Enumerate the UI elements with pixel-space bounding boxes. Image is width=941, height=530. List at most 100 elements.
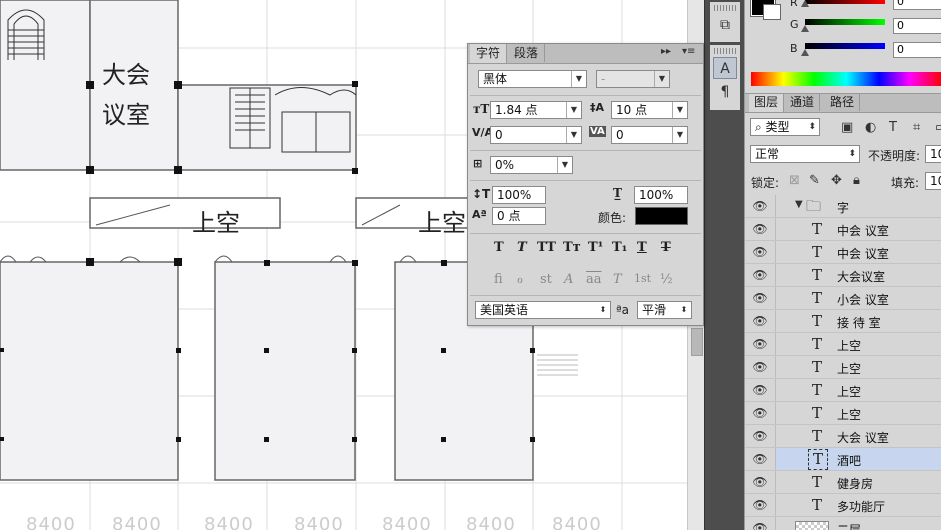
group-expand-chevron-icon[interactable]: ▼	[795, 199, 803, 210]
layer-filter-kind-select[interactable]: ⌕ 类型 ⬍	[750, 118, 820, 136]
layer-row[interactable]: 👁︎ 二层	[745, 517, 941, 530]
layer-name: 小会 议室	[837, 293, 889, 307]
channel-g-slider[interactable]	[805, 19, 885, 25]
channel-g-knob[interactable]	[801, 25, 809, 32]
tracking-input[interactable]: 0 ▼	[611, 126, 688, 144]
visibility-eye-icon[interactable]: 👁︎	[745, 333, 776, 355]
visibility-eye-icon[interactable]: 👁︎	[745, 264, 776, 286]
visibility-eye-icon[interactable]: 👁︎	[745, 379, 776, 401]
discretionary-ligatures-button[interactable]: st	[540, 272, 552, 287]
alternates-button[interactable]: ℴ	[517, 272, 523, 287]
dock-grip[interactable]	[714, 48, 736, 54]
layer-row[interactable]: 👁︎ T 中会 议室	[745, 241, 941, 264]
visibility-eye-icon[interactable]: 👁︎	[745, 494, 776, 516]
layer-row[interactable]: 👁︎ T 小会 议室	[745, 287, 941, 310]
type-filter-icon[interactable]: T	[889, 120, 897, 135]
leading-input[interactable]: 10 点 ▼	[611, 101, 688, 119]
smart-object-filter-icon[interactable]: ▭	[935, 120, 941, 135]
type-layer-icon: T	[812, 473, 823, 491]
3d-panel-icon[interactable]: ⧉	[713, 14, 737, 36]
fractions-button[interactable]: ½	[660, 272, 673, 287]
kerning-input[interactable]: 0 ▼	[490, 126, 582, 144]
layer-row[interactable]: 👁︎ T 大会议室	[745, 264, 941, 287]
tab-character[interactable]: 字符	[470, 44, 508, 63]
visibility-eye-icon[interactable]: 👁︎	[745, 425, 776, 447]
baseline-shift-input[interactable]: 0 点	[492, 207, 546, 225]
visibility-eye-icon[interactable]: 👁︎	[745, 356, 776, 378]
layer-row[interactable]: 👁︎ T 大会 议室	[745, 425, 941, 448]
lock-image-icon[interactable]: ✎	[809, 173, 820, 188]
dock-grip[interactable]	[714, 5, 736, 11]
font-size-input[interactable]: 1.84 点 ▼	[490, 101, 582, 119]
tab-paths[interactable]: 路径	[825, 94, 861, 111]
visibility-eye-icon[interactable]: 👁︎	[745, 471, 776, 493]
paragraph-panel-icon[interactable]: ¶	[713, 81, 737, 103]
underline-button[interactable]: T	[637, 240, 647, 255]
layer-group-row[interactable]: 👁︎ ▼ 🗀︎ 字	[745, 195, 941, 218]
faux-bold-button[interactable]: T	[494, 240, 504, 255]
tab-paragraph[interactable]: 段落	[508, 44, 546, 62]
all-caps-button[interactable]: TT	[537, 240, 556, 255]
scrollbar-thumb[interactable]	[691, 328, 703, 356]
font-family-select[interactable]: 黑体 ▼	[478, 70, 587, 88]
visibility-eye-icon[interactable]: 👁︎	[745, 448, 776, 470]
layer-row[interactable]: 👁︎ T 健身房	[745, 471, 941, 494]
visibility-eye-icon[interactable]: 👁︎	[745, 195, 776, 217]
layer-row-selected[interactable]: 👁︎ T 酒吧	[745, 448, 941, 471]
channel-g-value[interactable]: 0	[893, 18, 941, 34]
visibility-eye-icon[interactable]: 👁︎	[745, 402, 776, 424]
superscript-button[interactable]: T¹	[588, 240, 603, 255]
tab-layers[interactable]: 图层	[749, 94, 785, 112]
layer-row[interactable]: 👁︎ T 上空	[745, 379, 941, 402]
layer-row[interactable]: 👁︎ T 上空	[745, 402, 941, 425]
text-color-swatch[interactable]	[635, 207, 688, 225]
tsume-input[interactable]: 0% ▼	[490, 156, 573, 174]
layer-row[interactable]: 👁︎ T 上空	[745, 356, 941, 379]
fill-input[interactable]: 100	[925, 172, 941, 190]
language-select[interactable]: 美国英语 ⬍	[475, 301, 611, 319]
swash-button[interactable]: A	[564, 272, 573, 287]
channel-b-slider[interactable]	[805, 43, 885, 49]
font-style-select[interactable]: - ▼	[596, 70, 670, 88]
lock-position-icon[interactable]: ✥	[831, 173, 842, 188]
visibility-eye-icon[interactable]: 👁︎	[745, 287, 776, 309]
stylistic-alternates-button[interactable]: aa	[586, 272, 602, 287]
layer-list[interactable]: 👁︎ ▼ 🗀︎ 字 👁︎ T 中会 议室 👁︎ T 中会 议室 👁︎ T 大会议室 👁︎ T 小…	[745, 195, 941, 530]
small-caps-button[interactable]: Tт	[563, 240, 581, 255]
layer-row[interactable]: 👁︎ T 多功能厅	[745, 494, 941, 517]
ordinals-button[interactable]: 1st	[634, 272, 651, 285]
lock-all-icon[interactable]: 🔒︎	[853, 173, 860, 188]
visibility-eye-icon[interactable]: 👁︎	[745, 241, 776, 263]
channel-b-value[interactable]: 0	[893, 42, 941, 58]
channel-b-knob[interactable]	[801, 49, 809, 56]
titling-alternates-button[interactable]: T	[613, 272, 622, 287]
strikethrough-button[interactable]: T	[661, 240, 671, 255]
antialias-select[interactable]: 平滑 ⬍	[637, 301, 692, 319]
channel-r-knob[interactable]	[801, 0, 809, 7]
panel-menu-icon[interactable]: ▾≡	[682, 46, 695, 57]
layer-row[interactable]: 👁︎ T 中会 议室	[745, 218, 941, 241]
channel-r-slider[interactable]	[805, 0, 885, 4]
layer-row[interactable]: 👁︎ T 上空	[745, 333, 941, 356]
collapse-panel-icon[interactable]: ▸▸	[661, 46, 671, 57]
layer-row[interactable]: 👁︎ T 接 待 室	[745, 310, 941, 333]
background-color-swatch[interactable]	[763, 4, 781, 20]
adjustment-filter-icon[interactable]: ◐	[865, 120, 876, 135]
channel-r-value[interactable]: 0	[893, 0, 941, 10]
visibility-eye-icon[interactable]: 👁︎	[745, 218, 776, 240]
ligatures-button[interactable]: fi	[494, 272, 503, 287]
subscript-button[interactable]: T₁	[612, 240, 627, 255]
visibility-eye-icon[interactable]: 👁︎	[745, 517, 776, 530]
tab-channels[interactable]: 通道	[785, 94, 821, 111]
blend-mode-select[interactable]: 正常 ⬍	[750, 145, 860, 163]
horizontal-scale-input[interactable]: 100%	[634, 186, 688, 204]
lock-transparency-icon[interactable]: ⊠	[789, 173, 800, 188]
vertical-scale-input[interactable]: 100%	[492, 186, 546, 204]
shape-filter-icon[interactable]: ⌗	[913, 120, 920, 135]
opacity-input[interactable]: 100	[925, 145, 941, 163]
color-spectrum-ramp[interactable]	[751, 72, 941, 86]
character-panel-icon[interactable]: A	[713, 57, 737, 79]
faux-italic-button[interactable]: T	[517, 240, 527, 255]
image-filter-icon[interactable]: ▣	[841, 120, 853, 135]
visibility-eye-icon[interactable]: 👁︎	[745, 310, 776, 332]
